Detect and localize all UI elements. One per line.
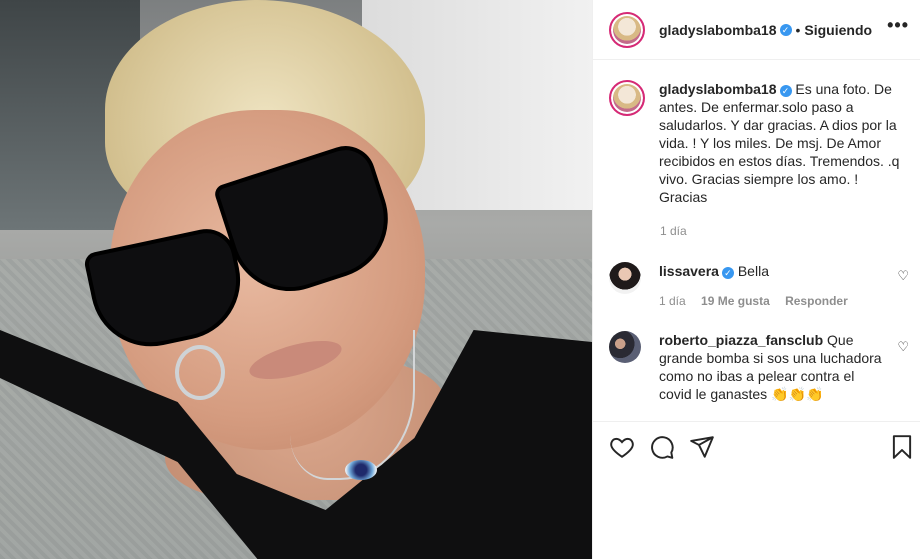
commenter-username[interactable]: roberto_piazza_fansclub <box>659 332 823 348</box>
more-options-icon[interactable]: ••• <box>887 15 909 36</box>
commenter-avatar[interactable] <box>609 331 641 363</box>
verified-badge-icon: ✓ <box>721 267 734 279</box>
comment-like-heart-icon[interactable]: ♡ <box>897 268 909 284</box>
comment-meta: 1 día 19 Me gusta Responder <box>659 292 889 310</box>
verified-badge-icon: ✓ <box>779 23 792 36</box>
reply-button[interactable]: Responder <box>785 294 848 308</box>
clapping-hands-icon: 👏👏👏 <box>771 386 824 402</box>
comment-text: Bella <box>737 263 769 279</box>
author-username[interactable]: gladyslabomba18 <box>659 22 777 38</box>
comment-likes[interactable]: 19 Me gusta <box>701 294 770 308</box>
action-bar <box>593 421 920 471</box>
comment-icon[interactable] <box>649 434 675 460</box>
verified-badge-icon: ✓ <box>779 85 792 97</box>
post-photo[interactable] <box>0 0 592 559</box>
separator-dot: • <box>795 21 801 38</box>
comment-item: roberto_piazza_fansclub Que grande bomba… <box>609 331 909 403</box>
comment-body: lissavera ✓ Bella 1 día 19 Me gusta Respo… <box>659 262 889 310</box>
comment-like-heart-icon[interactable]: ♡ <box>897 339 909 355</box>
caption-author-avatar[interactable] <box>609 80 645 116</box>
heart-icon[interactable] <box>609 434 635 460</box>
paper-plane-icon[interactable] <box>689 434 715 460</box>
caption-body: Es una foto. De antes. De enfermar.solo … <box>659 81 900 205</box>
commenter-avatar[interactable] <box>609 262 641 294</box>
comment-body: roberto_piazza_fansclub Que grande bomba… <box>659 331 889 403</box>
commenter-username[interactable]: lissavera <box>659 263 719 279</box>
comment-timestamp[interactable]: 1 día <box>659 294 686 308</box>
post-header: gladyslabomba18 ✓ • Siguiendo ••• <box>593 0 920 60</box>
caption-timestamp[interactable]: 1 día <box>660 224 687 238</box>
author-avatar[interactable] <box>609 11 645 48</box>
caption-text: gladyslabomba18 ✓ Es una foto. De antes. … <box>659 80 904 206</box>
post-side-panel: gladyslabomba18 ✓ • Siguiendo ••• gladys… <box>592 0 920 559</box>
post-caption: gladyslabomba18 ✓ Es una foto. De antes. … <box>609 80 909 206</box>
following-button[interactable]: Siguiendo <box>804 22 872 38</box>
hoop-earring <box>175 345 225 400</box>
bookmark-icon[interactable] <box>889 434 915 460</box>
caption-username[interactable]: gladyslabomba18 <box>659 81 777 97</box>
comment-item: lissavera ✓ Bella 1 día 19 Me gusta Respo… <box>609 262 909 310</box>
evil-eye-pendant <box>345 460 377 480</box>
